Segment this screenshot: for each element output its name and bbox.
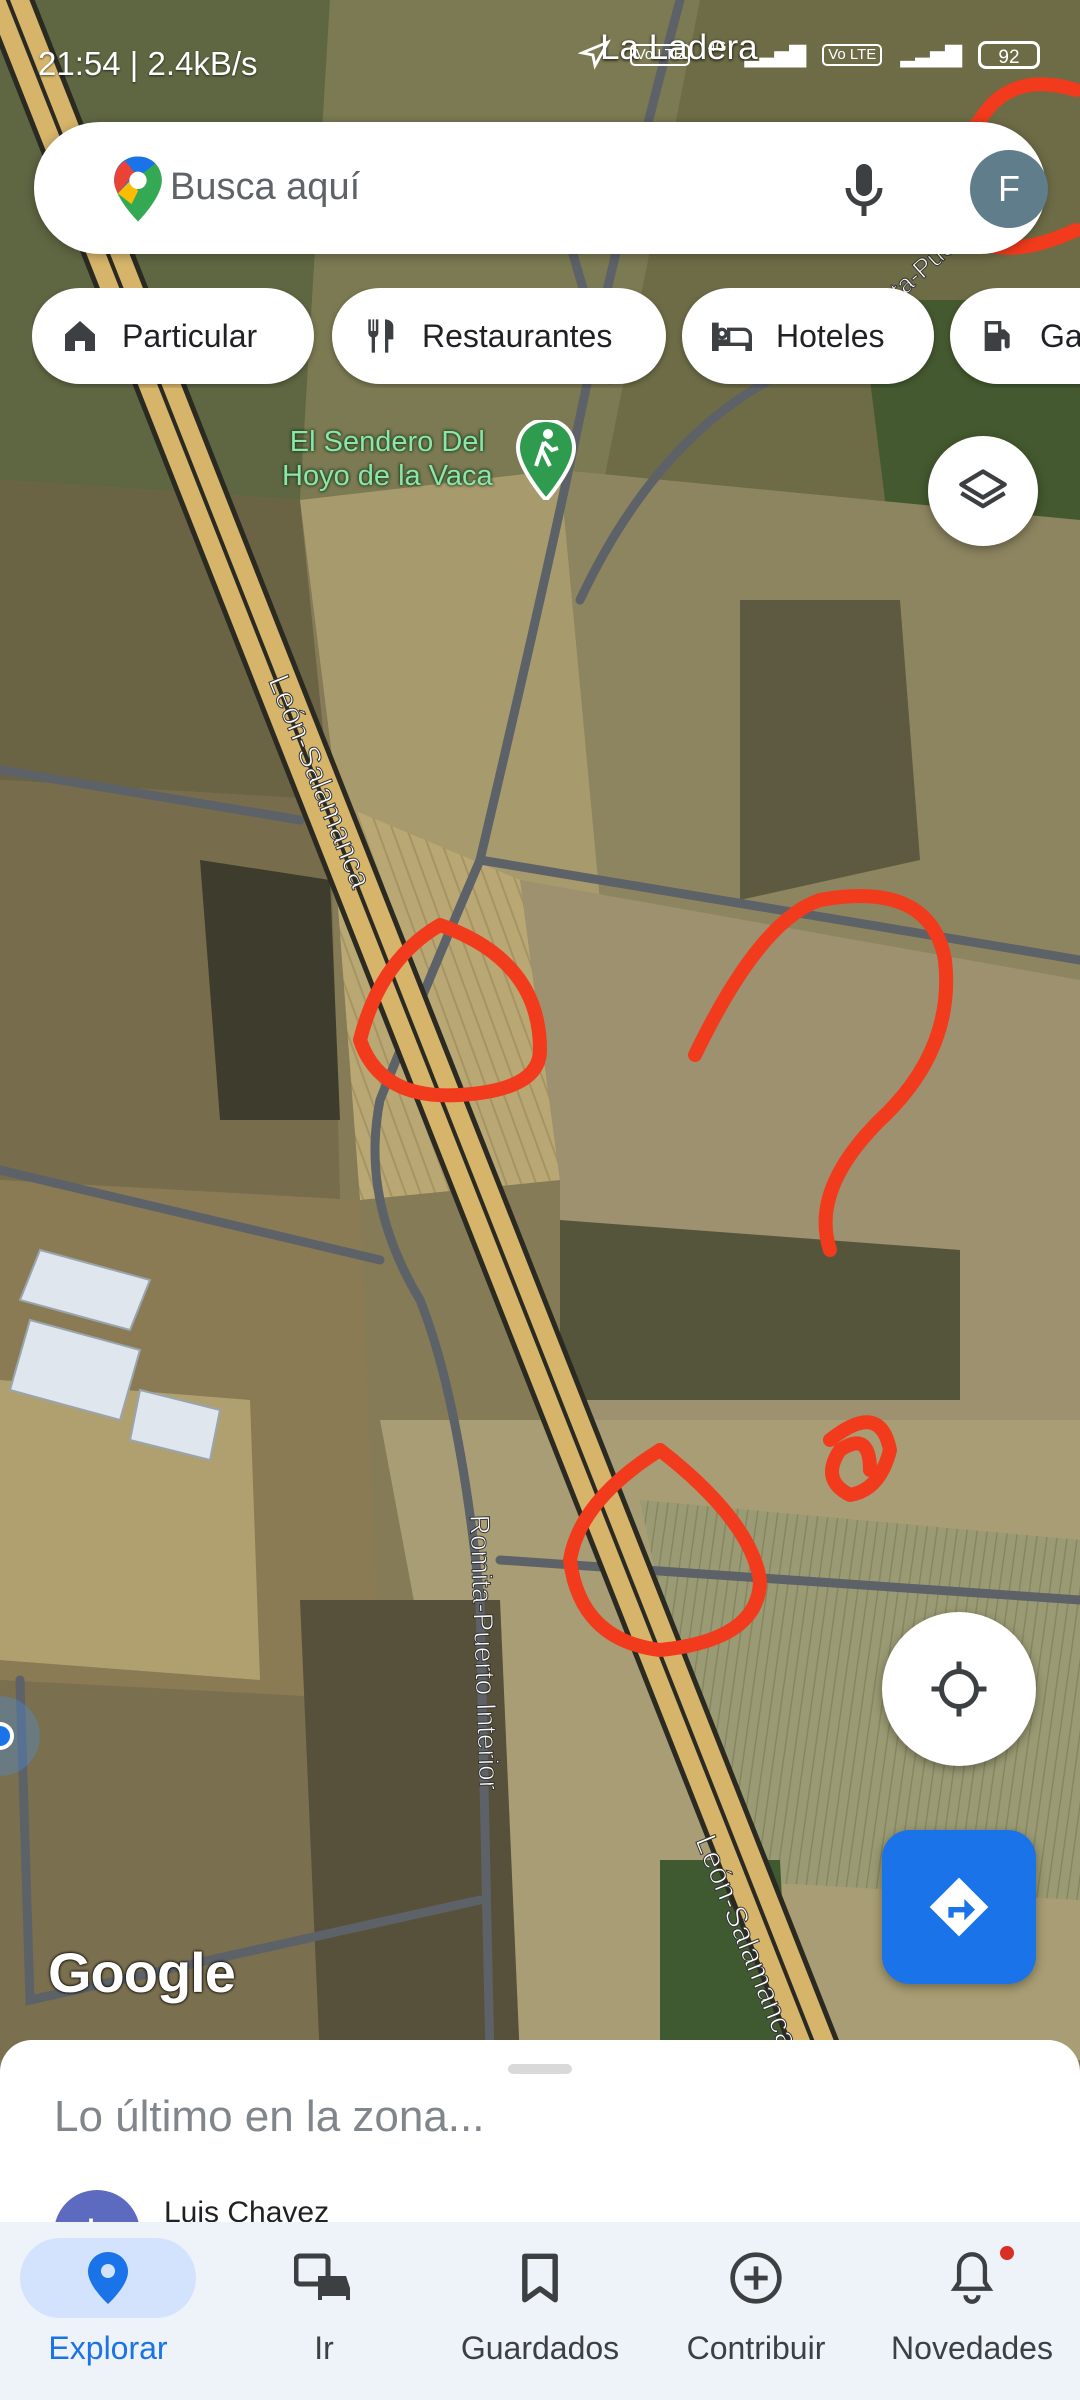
chip-label: Hoteles (776, 317, 885, 354)
tab-novedades[interactable]: Novedades (864, 2232, 1080, 2400)
gas-station-icon (984, 321, 1010, 351)
status-bar: 21:54 | 2.4kB/s Vo LTE 4G ▂▃▅▇ Vo LTE ▂▃… (0, 0, 1080, 120)
layers-icon (959, 469, 1007, 509)
bottom-navigation: Explorar Ir Guardados Contribuir Novedad… (0, 2222, 1080, 2400)
status-icons: Vo LTE 4G ▂▃▅▇ Vo LTE ▂▃▅▇ 92 (577, 38, 1040, 72)
chip-hoteles[interactable]: Hoteles (682, 288, 934, 384)
volte-badge-2: Vo LTE (822, 44, 883, 66)
signal-bars-icon-2: ▂▃▅▇ (900, 42, 962, 67)
maps-logo-icon (114, 156, 162, 222)
poi-label-line1: El Sendero Del (289, 426, 485, 458)
tab-guardados[interactable]: Guardados (432, 2232, 648, 2400)
layers-button[interactable] (928, 436, 1038, 546)
network-type: 4G (707, 38, 727, 54)
chip-label: Restaurantes (422, 317, 613, 354)
tab-explorar[interactable]: Explorar (0, 2232, 216, 2400)
hiking-poi-icon[interactable] (516, 420, 576, 500)
poi-label-line2: Hoyo de la Vaca (282, 460, 493, 492)
tab-ir[interactable]: Ir (216, 2232, 432, 2400)
microphone-icon[interactable] (844, 162, 884, 218)
my-location-button[interactable] (882, 1612, 1036, 1766)
sheet-drag-handle[interactable] (508, 2064, 572, 2074)
sheet-title: Lo último en la zona... (54, 2092, 485, 2141)
chip-particular[interactable]: Particular (32, 288, 314, 384)
tab-label: Explorar (48, 2330, 168, 2366)
pin-icon (88, 2252, 128, 2304)
chip-restaurantes[interactable]: Restaurantes (332, 288, 666, 384)
tab-label: Contribuir (686, 2330, 826, 2366)
crosshair-icon (931, 1661, 987, 1717)
chip-label: Particular (122, 317, 258, 354)
home-icon (65, 321, 95, 351)
notification-dot (1000, 2246, 1014, 2260)
commute-icon (294, 2253, 350, 2300)
signal-bars-icon: ▂▃▅▇ (744, 42, 807, 67)
add-circle-icon (730, 2252, 782, 2304)
account-avatar[interactable]: F (970, 150, 1048, 228)
tab-label: Guardados (460, 2330, 620, 2366)
chip-gasolineras[interactable]: Gasolineras (950, 288, 1080, 384)
chip-label: Gasolineras (1040, 317, 1080, 354)
bell-icon (950, 2252, 994, 2304)
search-bar[interactable]: Busca aquí F (34, 122, 1048, 254)
tab-label: Novedades (891, 2330, 1053, 2366)
category-chips: Particular Restaurantes Hoteles Gasoline… (32, 288, 1080, 388)
battery-icon: 92 (978, 41, 1040, 69)
poi-label[interactable]: El Sendero Del Hoyo de la Vaca (282, 425, 493, 493)
tab-contribuir[interactable]: Contribuir (648, 2232, 864, 2400)
restaurant-icon (368, 319, 394, 353)
directions-icon (929, 1877, 989, 1937)
location-arrow-icon (577, 39, 611, 70)
tab-label: Ir (314, 2330, 334, 2366)
directions-button[interactable] (882, 1830, 1036, 1984)
google-attribution: Google (48, 1941, 236, 2004)
status-time: 21:54 | 2.4kB/s (38, 45, 258, 82)
search-input[interactable]: Busca aquí (170, 166, 360, 209)
hotel-icon (712, 322, 752, 351)
bookmark-icon (522, 2253, 558, 2303)
volte-badge-1: Vo LTE (629, 44, 690, 66)
